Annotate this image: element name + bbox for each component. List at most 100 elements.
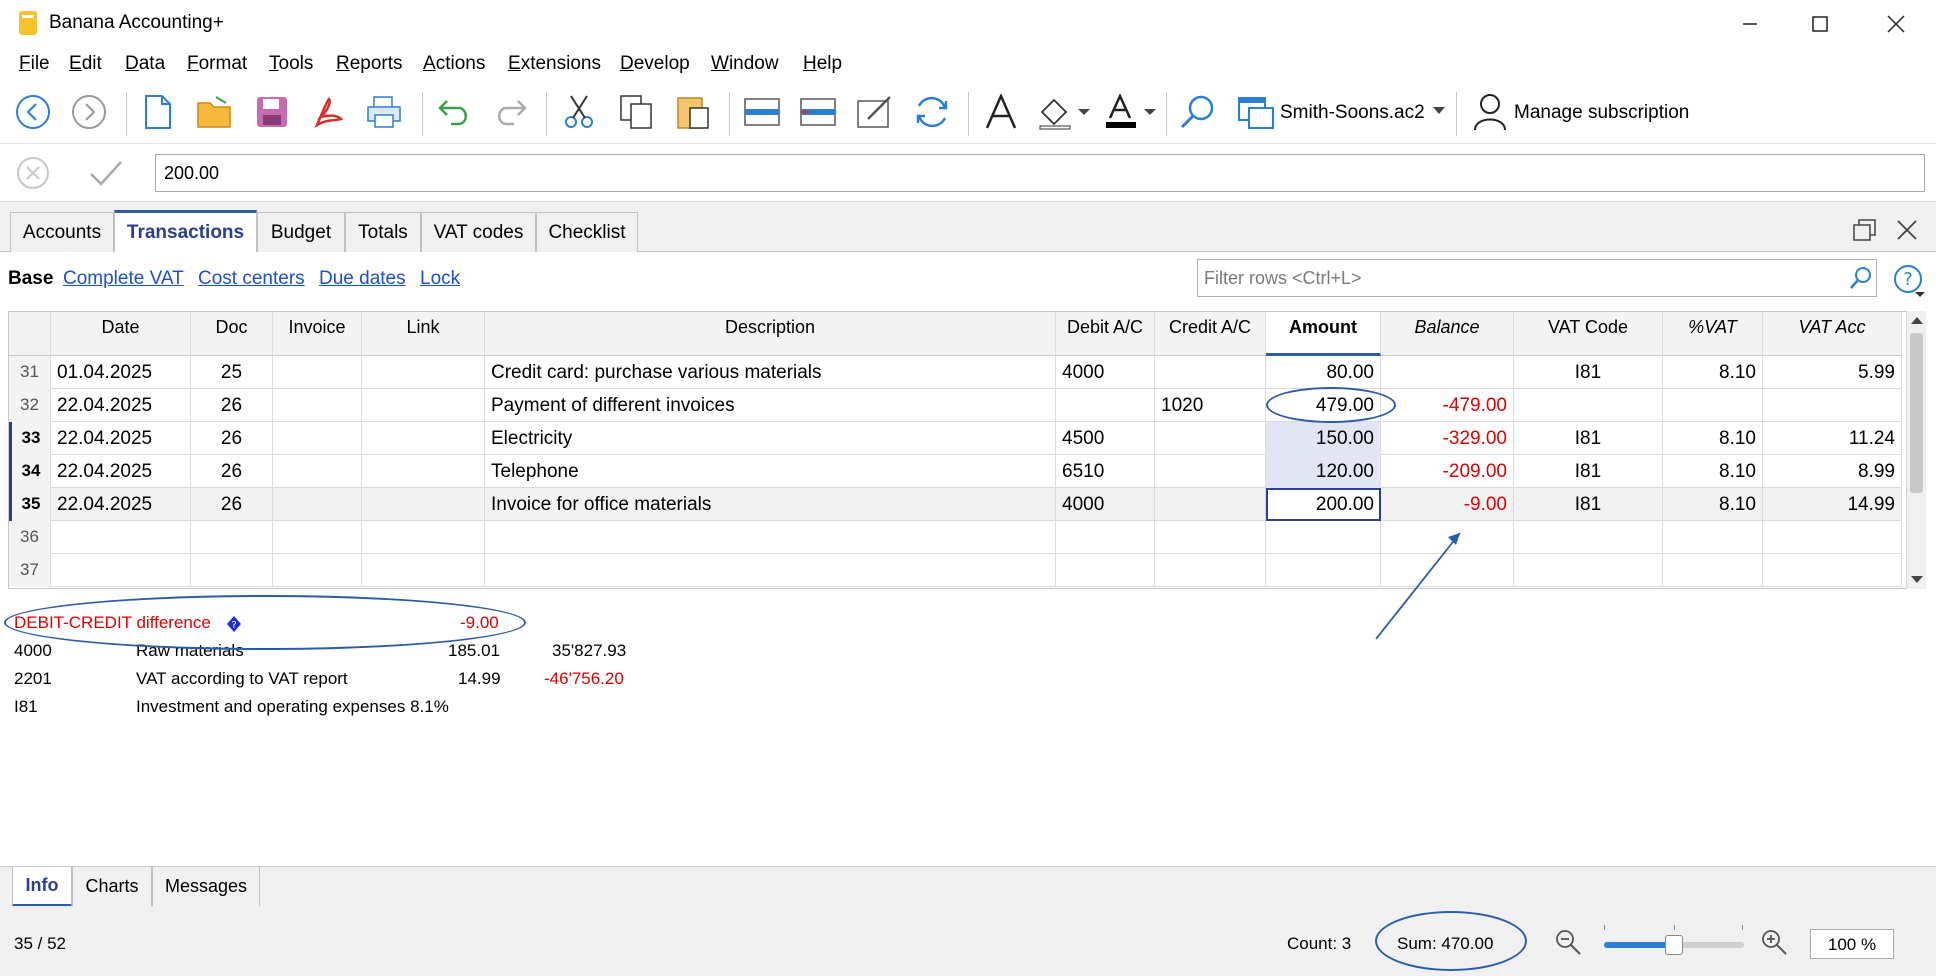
doc-cell[interactable]: 25	[191, 356, 273, 389]
redo-button[interactable]	[488, 90, 532, 134]
header-invoice[interactable]: Invoice	[273, 312, 362, 356]
doc-cell[interactable]: 26	[191, 455, 273, 488]
manage-subscription-link[interactable]: Manage subscription	[1514, 102, 1689, 124]
minimize-button[interactable]	[1720, 6, 1780, 42]
window-switch-button[interactable]	[1236, 90, 1276, 134]
scroll-thumb[interactable]	[1910, 333, 1923, 493]
menu-actions[interactable]: Actions	[423, 53, 485, 75]
amount-cell[interactable]	[1266, 554, 1381, 587]
link-cell[interactable]	[362, 521, 485, 554]
doc-cell[interactable]: 26	[191, 389, 273, 422]
date-cell[interactable]	[51, 521, 191, 554]
close-pane-button[interactable]	[1896, 219, 1918, 247]
forward-button[interactable]	[67, 90, 111, 134]
table-row[interactable]: 34 22.04.2025 26 Telephone 6510 120.00 -…	[9, 455, 1902, 488]
credit-cell[interactable]	[1155, 422, 1266, 455]
view-complete-vat[interactable]: Complete VAT	[63, 268, 184, 290]
cell-edit-input[interactable]: 200.00	[155, 154, 1925, 192]
tab-messages[interactable]: Messages	[152, 867, 260, 907]
tab-info[interactable]: Info	[12, 867, 72, 907]
debit-cell[interactable]: 4000	[1056, 356, 1155, 389]
description-cell[interactable]: Credit card: purchase various materials	[485, 356, 1056, 389]
tab-charts[interactable]: Charts	[72, 867, 152, 907]
zoom-in-icon[interactable]	[1760, 928, 1788, 956]
confirm-edit-button[interactable]	[88, 158, 124, 194]
view-base[interactable]: Base	[8, 268, 53, 290]
menu-reports[interactable]: Reports	[336, 53, 403, 75]
scroll-up-icon[interactable]	[1910, 315, 1924, 325]
link-cell[interactable]	[362, 488, 485, 521]
amount-cell[interactable]: 120.00	[1266, 455, 1381, 488]
amount-cell[interactable]	[1266, 521, 1381, 554]
credit-cell[interactable]: 1020	[1155, 389, 1266, 422]
description-cell[interactable]: Payment of different invoices	[485, 389, 1056, 422]
cut-button[interactable]	[557, 90, 601, 134]
credit-cell[interactable]	[1155, 554, 1266, 587]
header-amount[interactable]: Amount	[1266, 312, 1381, 356]
invoice-cell[interactable]	[273, 455, 362, 488]
credit-cell[interactable]	[1155, 356, 1266, 389]
copy-button[interactable]	[614, 90, 658, 134]
view-cost-centers[interactable]: Cost centers	[198, 268, 305, 290]
vat-code-cell[interactable]	[1514, 389, 1663, 422]
scroll-down-icon[interactable]	[1910, 575, 1924, 585]
link-cell[interactable]	[362, 422, 485, 455]
invoice-cell[interactable]	[273, 488, 362, 521]
debit-cell[interactable]	[1056, 389, 1155, 422]
menu-format[interactable]: Format	[187, 53, 247, 75]
amount-cell[interactable]: 479.00	[1266, 389, 1381, 422]
pdf-button[interactable]	[306, 90, 350, 134]
debit-cell[interactable]: 4000	[1056, 488, 1155, 521]
date-cell[interactable]	[51, 554, 191, 587]
link-cell[interactable]	[362, 455, 485, 488]
open-file-button[interactable]	[193, 90, 237, 134]
header-vat-code[interactable]: VAT Code	[1514, 312, 1663, 356]
text-color-button[interactable]	[1102, 90, 1158, 134]
back-button[interactable]	[11, 90, 55, 134]
view-due-dates[interactable]: Due dates	[319, 268, 406, 290]
date-cell[interactable]: 22.04.2025	[51, 422, 191, 455]
link-cell[interactable]	[362, 356, 485, 389]
invoice-cell[interactable]	[273, 521, 362, 554]
date-cell[interactable]: 22.04.2025	[51, 455, 191, 488]
new-file-button[interactable]	[136, 90, 180, 134]
table-vertical-scrollbar[interactable]	[1906, 311, 1926, 589]
vat-code-cell[interactable]	[1514, 554, 1663, 587]
header-link[interactable]: Link	[362, 312, 485, 356]
debit-cell[interactable]	[1056, 521, 1155, 554]
date-cell[interactable]: 01.04.2025	[51, 356, 191, 389]
table-row[interactable]: 31 01.04.2025 25 Credit card: purchase v…	[9, 356, 1902, 389]
tab-checklist[interactable]: Checklist	[536, 212, 638, 252]
description-cell[interactable]: Telephone	[485, 455, 1056, 488]
table-row[interactable]: 33 22.04.2025 26 Electricity 4500 150.00…	[9, 422, 1902, 455]
invoice-cell[interactable]	[273, 422, 362, 455]
zoom-slider-thumb[interactable]	[1665, 935, 1683, 955]
doc-cell[interactable]	[191, 521, 273, 554]
date-cell[interactable]: 22.04.2025	[51, 389, 191, 422]
description-cell[interactable]	[485, 554, 1056, 587]
tab-totals[interactable]: Totals	[345, 212, 421, 252]
vat-code-cell[interactable]: I81	[1514, 356, 1663, 389]
undo-button[interactable]	[433, 90, 477, 134]
date-cell[interactable]: 22.04.2025	[51, 488, 191, 521]
description-cell[interactable]: Invoice for office materials	[485, 488, 1056, 521]
menu-file[interactable]: File	[19, 53, 50, 75]
maximize-button[interactable]	[1790, 6, 1850, 42]
vat-code-cell[interactable]: I81	[1514, 488, 1663, 521]
credit-cell[interactable]	[1155, 521, 1266, 554]
table-row-current[interactable]: 35 22.04.2025 26 Invoice for office mate…	[9, 488, 1902, 521]
doc-cell[interactable]: 26	[191, 488, 273, 521]
menu-extensions[interactable]: Extensions	[508, 53, 601, 75]
tab-vat-codes[interactable]: VAT codes	[421, 212, 536, 252]
vat-code-cell[interactable]	[1514, 521, 1663, 554]
amount-cell[interactable]: 150.00	[1266, 422, 1381, 455]
invoice-cell[interactable]	[273, 389, 362, 422]
description-cell[interactable]: Electricity	[485, 422, 1056, 455]
doc-cell[interactable]: 26	[191, 422, 273, 455]
tab-budget[interactable]: Budget	[257, 212, 345, 252]
header-debit-account[interactable]: Debit A/C	[1056, 312, 1155, 356]
menu-edit[interactable]: Edit	[69, 53, 102, 75]
cancel-edit-button[interactable]	[16, 156, 50, 196]
header-doc[interactable]: Doc	[191, 312, 273, 356]
delete-row-button[interactable]	[796, 90, 840, 134]
